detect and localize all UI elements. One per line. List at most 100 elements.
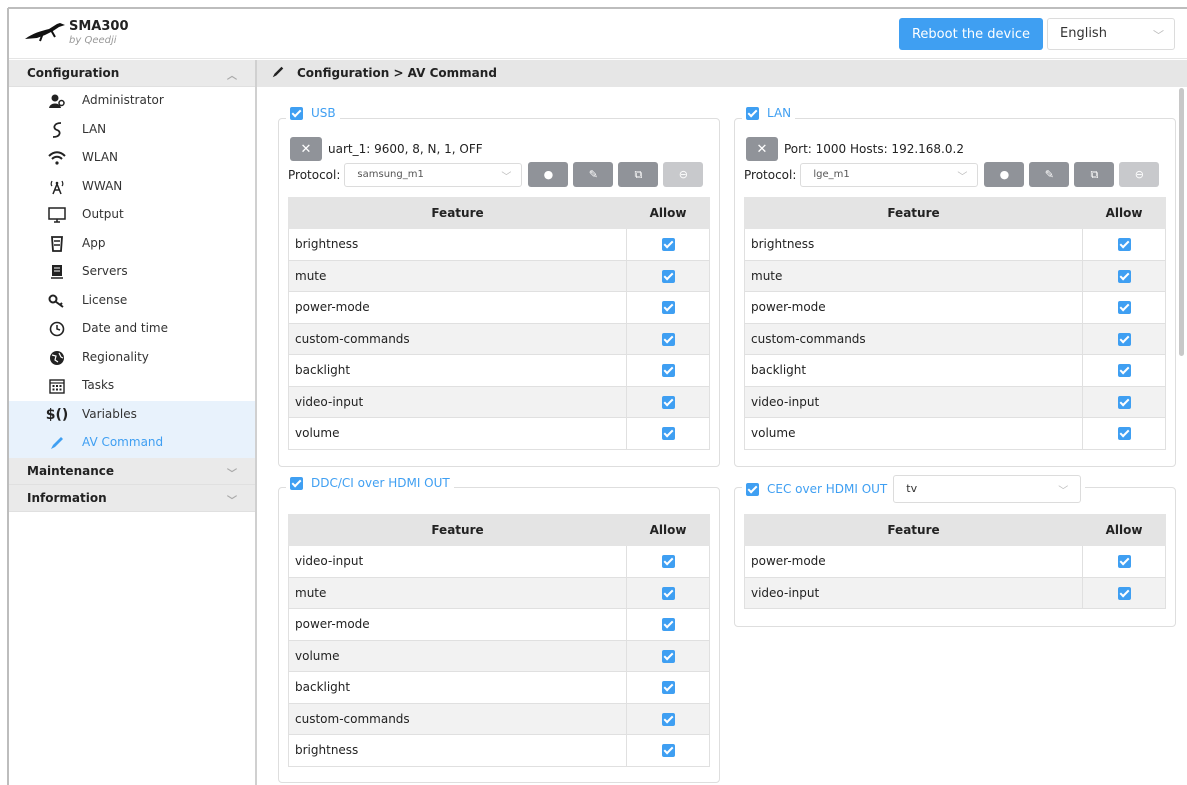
allow-header: Allow: [626, 514, 710, 546]
table-row: custom-commands: [288, 322, 710, 355]
allow-checkbox[interactable]: [1117, 555, 1131, 569]
allow-cell: [626, 228, 710, 261]
allow-checkbox[interactable]: [661, 332, 675, 346]
sidebar-item-license[interactable]: License: [9, 287, 255, 316]
lan-remove-button[interactable]: ⊖: [1119, 162, 1160, 187]
allow-checkbox[interactable]: [661, 712, 675, 726]
usb-edit-button[interactable]: ✎: [573, 162, 614, 187]
allow-checkbox[interactable]: [1117, 332, 1131, 346]
allow-cell: [626, 734, 710, 767]
sidebar-item-date-and-time[interactable]: Date and time: [9, 315, 255, 344]
cec-device-select[interactable]: tv ﹀: [893, 475, 1082, 503]
ddc-enable-checkbox[interactable]: [290, 476, 303, 490]
lan-enable-checkbox[interactable]: [746, 106, 759, 120]
header: SMA300 by Qeedji Reboot the device Engli…: [9, 9, 1187, 59]
allow-checkbox[interactable]: [661, 395, 675, 409]
allow-checkbox[interactable]: [661, 269, 675, 283]
sidebar-item-label: Servers: [82, 264, 128, 278]
allow-checkbox[interactable]: [1117, 269, 1131, 283]
usb-remove-connection-button[interactable]: ✕: [290, 137, 322, 161]
allow-checkbox[interactable]: [1117, 238, 1131, 252]
allow-checkbox[interactable]: [1117, 427, 1131, 441]
pen-icon: [47, 433, 67, 453]
allow-checkbox[interactable]: [1117, 301, 1131, 315]
table-row: brightness: [288, 228, 710, 261]
sidebar-item-app[interactable]: App: [9, 230, 255, 259]
allow-checkbox[interactable]: [661, 744, 675, 758]
feature-name: volume: [288, 639, 627, 672]
allow-checkbox[interactable]: [661, 649, 675, 663]
lan-protocol-select[interactable]: lge_m1 ﹀: [800, 162, 979, 187]
chevron-down-icon: ﹀: [501, 171, 512, 183]
usb-enable-checkbox[interactable]: [290, 106, 303, 120]
app-title: SMA300: [69, 19, 129, 34]
sidebar-group-information[interactable]: Information ﹀: [9, 484, 255, 512]
allow-cell: [1082, 385, 1166, 418]
minus-circle-icon: ⊖: [678, 168, 689, 181]
allow-cell: [1082, 354, 1166, 387]
cec-enable-checkbox[interactable]: [746, 482, 759, 496]
usb-protocol-select[interactable]: samsung_m1 ﹀: [344, 162, 523, 187]
allow-checkbox[interactable]: [661, 618, 675, 632]
usb-remove-button[interactable]: ⊖: [663, 162, 704, 187]
usb-copy-button[interactable]: ⧉: [618, 162, 659, 187]
lan-edit-button[interactable]: ✎: [1029, 162, 1070, 187]
table-row: volume: [288, 417, 710, 450]
allow-checkbox[interactable]: [1117, 586, 1131, 600]
app-subtitle: by Qeedji: [69, 35, 117, 46]
scrollbar[interactable]: [1179, 88, 1184, 356]
usb-add-button[interactable]: ●: [528, 162, 569, 187]
allow-checkbox[interactable]: [1117, 364, 1131, 378]
feature-header: Feature: [744, 197, 1083, 229]
sidebar-item-av-command[interactable]: AV Command: [9, 429, 255, 458]
allow-checkbox[interactable]: [661, 586, 675, 600]
allow-checkbox[interactable]: [661, 681, 675, 695]
allow-checkbox[interactable]: [661, 301, 675, 315]
allow-checkbox[interactable]: [661, 238, 675, 252]
sidebar-item-label: Administrator: [82, 93, 164, 107]
feature-name: power-mode: [288, 608, 627, 641]
feature-name: power-mode: [288, 291, 627, 324]
sidebar-item-regionality[interactable]: Regionality: [9, 344, 255, 373]
table-row: video-input: [744, 385, 1166, 418]
feature-name: brightness: [288, 228, 627, 261]
allow-checkbox[interactable]: [661, 427, 675, 441]
table-row: power-mode: [744, 291, 1166, 324]
lan-add-button[interactable]: ●: [984, 162, 1025, 187]
usb-protocol-value: samsung_m1: [357, 168, 424, 180]
sidebar-group-configuration[interactable]: Configuration ︿: [9, 60, 255, 87]
protocol-label: Protocol:: [744, 167, 797, 182]
allow-checkbox[interactable]: [661, 364, 675, 378]
sidebar-item-wwan[interactable]: WWAN: [9, 173, 255, 202]
allow-checkbox[interactable]: [661, 555, 675, 569]
reboot-button[interactable]: Reboot the device: [899, 18, 1043, 50]
app-icon: [47, 234, 67, 254]
sidebar-item-lan[interactable]: LAN: [9, 116, 255, 145]
sidebar-group-maintenance[interactable]: Maintenance ﹀: [9, 457, 255, 485]
sidebar-item-administrator[interactable]: Administrator: [9, 87, 255, 116]
usb-feature-table: Feature Allow brightness mute power-mode cu…: [288, 197, 710, 450]
sidebar-group-label: Configuration: [27, 66, 120, 80]
table-row: custom-commands: [744, 322, 1166, 355]
pen-icon: [271, 65, 285, 83]
table-row: volume: [744, 417, 1166, 450]
sidebar-item-servers[interactable]: Servers: [9, 258, 255, 287]
lan-remove-connection-button[interactable]: ✕: [746, 137, 778, 161]
chevron-down-icon: ﹀: [227, 495, 237, 507]
sidebar-item-tasks[interactable]: Tasks: [9, 372, 255, 401]
allow-header: Allow: [1082, 197, 1166, 229]
table-row: video-input: [288, 385, 710, 418]
feature-name: brightness: [288, 734, 627, 767]
allow-cell: [1082, 259, 1166, 292]
feature-header: Feature: [288, 197, 627, 229]
sidebar-item-output[interactable]: Output: [9, 201, 255, 230]
sidebar-item-wlan[interactable]: WLAN: [9, 144, 255, 173]
plus-circle-icon: ●: [543, 168, 554, 181]
sidebar-group-label: Maintenance: [27, 463, 115, 478]
sidebar-item-variables[interactable]: $() Variables: [9, 400, 255, 429]
sidebar-item-label: Tasks: [82, 378, 115, 392]
language-select[interactable]: English ﹀: [1047, 18, 1175, 50]
allow-cell: [1082, 322, 1166, 355]
allow-checkbox[interactable]: [1117, 395, 1131, 409]
lan-copy-button[interactable]: ⧉: [1074, 162, 1115, 187]
